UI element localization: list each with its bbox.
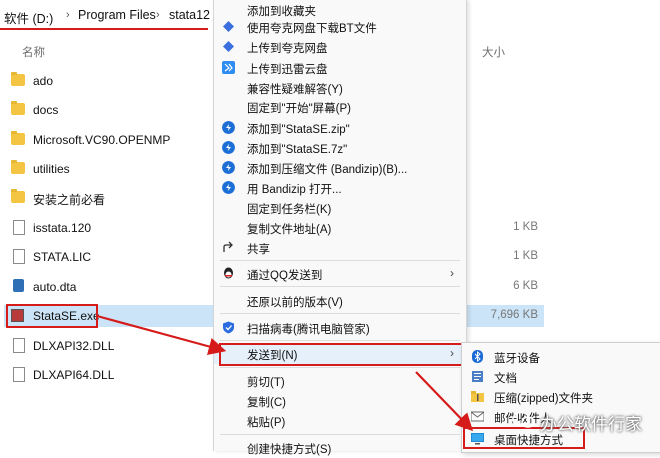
annotation-arrows xyxy=(96,314,474,432)
arrow-exe-to-sendto xyxy=(96,314,227,356)
watermark-text: 办公软件行家 xyxy=(540,415,642,434)
watermark-logo-icon xyxy=(512,411,535,428)
arrow-sendto-to-desktop xyxy=(415,371,474,432)
